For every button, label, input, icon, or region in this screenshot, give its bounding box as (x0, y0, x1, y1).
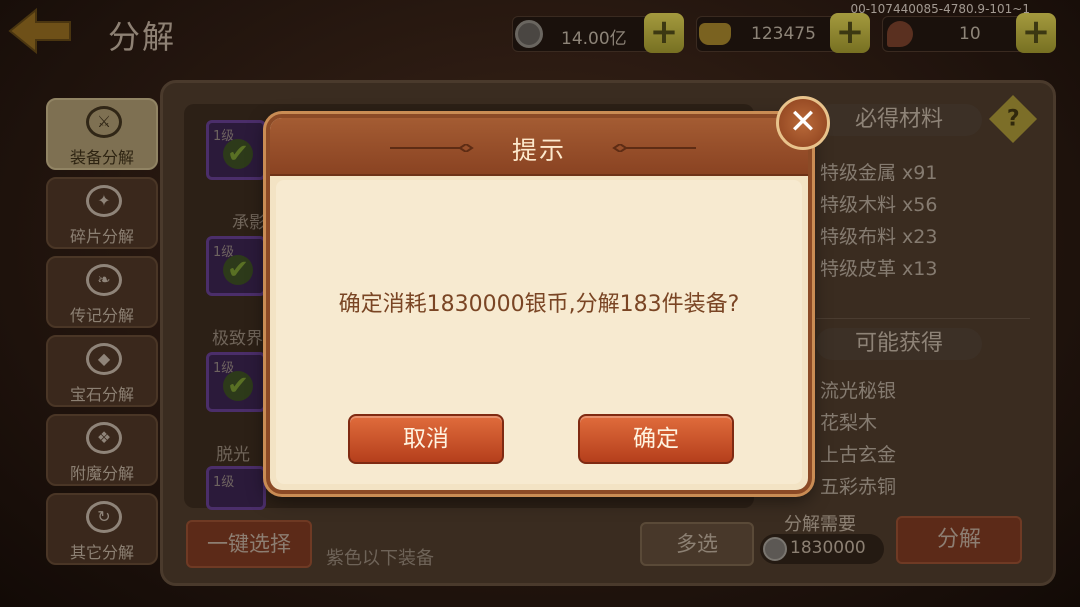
enchant-icon: ❖ (86, 422, 122, 454)
add-silver-button[interactable]: + (644, 13, 684, 53)
add-gold-button[interactable]: + (830, 13, 870, 53)
silver-value: 14.00亿 (561, 29, 627, 49)
tab-label: 附魔分解 (69, 464, 134, 483)
back-arrow-icon[interactable] (6, 6, 74, 56)
cost-label: 分解需要 (784, 514, 856, 535)
close-icon[interactable]: ✕ (776, 96, 830, 150)
possible-item: 花梨木 (820, 412, 878, 434)
gold-resource-bar: 123475 (696, 16, 846, 52)
fragment-icon: ✦ (86, 185, 122, 217)
ornament-right-icon (612, 144, 696, 152)
check-icon: ✔ (223, 255, 253, 285)
filter-hint: 紫色以下装备 (326, 548, 434, 569)
tab-label: 碎片分解 (69, 227, 134, 246)
tab-label: 宝石分解 (69, 385, 134, 404)
silver-coin-icon (763, 537, 787, 561)
meat-icon (887, 21, 913, 47)
decompose-button[interactable]: 分解 (896, 516, 1022, 564)
cancel-button[interactable]: 取消 (348, 414, 504, 464)
tab-gem-decompose[interactable]: ◆ 宝石分解 (46, 335, 158, 407)
multi-select-button[interactable]: 多选 (640, 522, 754, 566)
biography-icon: ❧ (86, 264, 122, 296)
guaranteed-materials-title: 必得材料 (816, 104, 982, 136)
gem-icon: ◆ (86, 343, 122, 375)
possible-materials-title: 可能获得 (816, 328, 982, 360)
tab-biography-decompose[interactable]: ❧ 传记分解 (46, 256, 158, 328)
stamina-resource-bar: 10 (882, 16, 1032, 52)
tab-label: 装备分解 (69, 148, 134, 167)
check-icon: ✔ (223, 371, 253, 401)
tab-label: 传记分解 (69, 306, 134, 325)
possible-item: 流光秘银 (820, 380, 897, 402)
stamina-value: 10 (959, 24, 981, 44)
item-name: 承影 (232, 213, 266, 233)
dialog-message: 确定消耗1830000银币,分解183件装备? (338, 292, 740, 317)
add-stamina-button[interactable]: + (1016, 13, 1056, 53)
material-item: 特级金属 x91 (820, 162, 938, 184)
tab-other-decompose[interactable]: ↻ 其它分解 (46, 493, 158, 565)
item-name: 脱光 (216, 445, 250, 465)
dialog-header: 提示 (270, 118, 808, 176)
check-icon: ✔ (223, 139, 253, 169)
possible-item: 上古玄金 (820, 444, 897, 466)
gold-value: 123475 (751, 24, 816, 44)
dialog-title: 提示 (511, 136, 566, 165)
equipment-slot[interactable]: 1级 ✔ (206, 236, 266, 296)
material-item: 特级木料 x56 (820, 194, 938, 216)
equipment-slot[interactable]: 1级 ✔ (206, 352, 266, 412)
debug-id-label: 00-107440085-4780.9-101~1 (850, 2, 1030, 16)
gold-ingot-icon (699, 23, 731, 45)
other-icon: ↻ (86, 501, 122, 533)
confirm-button[interactable]: 确定 (578, 414, 734, 464)
cost-box: 1830000 (760, 534, 884, 564)
level-label: 1级 (213, 475, 235, 490)
page-title: 分解 (108, 18, 177, 56)
item-name: 极致界 (212, 329, 263, 349)
material-item: 特级皮革 x13 (820, 258, 938, 280)
equipment-slot[interactable]: 1级 (206, 466, 266, 510)
possible-item: 五彩赤铜 (820, 476, 897, 498)
equipment-icon: ⚔ (86, 106, 122, 138)
tab-equipment-decompose[interactable]: ⚔ 装备分解 (46, 98, 158, 170)
one-key-select-button[interactable]: 一键选择 (186, 520, 312, 568)
tab-enchant-decompose[interactable]: ❖ 附魔分解 (46, 414, 158, 486)
cost-value: 1830000 (790, 538, 866, 558)
silver-coin-icon (515, 20, 543, 48)
silver-resource-bar: 14.00亿 (512, 16, 662, 52)
tab-fragment-decompose[interactable]: ✦ 碎片分解 (46, 177, 158, 249)
equipment-slot[interactable]: 1级 ✔ (206, 120, 266, 180)
divider (816, 318, 1030, 319)
tab-label: 其它分解 (69, 543, 134, 562)
material-item: 特级布料 x23 (820, 226, 938, 248)
